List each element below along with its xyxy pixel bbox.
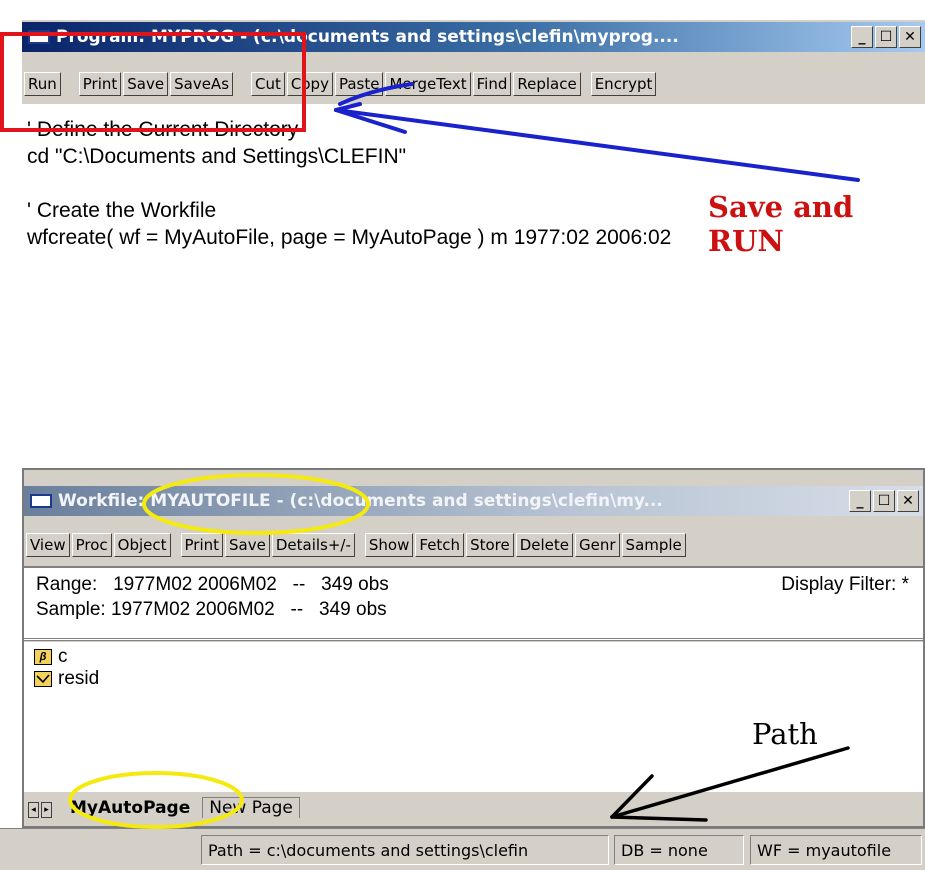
status-wf: WF = myautofile bbox=[750, 835, 922, 865]
program-editor[interactable]: ' Define the Current Directory cd "C:\Do… bbox=[22, 104, 925, 460]
maximize-icon[interactable]: ☐ bbox=[875, 26, 897, 48]
status-db: DB = none bbox=[614, 835, 744, 865]
maximize-icon[interactable]: ☐ bbox=[873, 490, 895, 512]
list-item[interactable]: β c bbox=[34, 646, 923, 668]
sample-button[interactable]: Sample bbox=[621, 533, 686, 557]
minimize-icon[interactable]: _ bbox=[849, 490, 871, 512]
workfile-titlebar[interactable]: Workfile: MYAUTOFILE - (c:\documents and… bbox=[24, 486, 923, 516]
page-tabs: ◂ ▸ MyAutoPage New Page bbox=[28, 792, 300, 818]
mergetext-button[interactable]: MergeText bbox=[385, 72, 471, 96]
print-button[interactable]: Print bbox=[78, 72, 122, 96]
tab-myautopage[interactable]: MyAutoPage bbox=[66, 798, 194, 818]
range-line: Range: 1977M02 2006M02 -- 349 obs bbox=[36, 574, 389, 595]
proc-button[interactable]: Proc bbox=[71, 533, 112, 557]
status-bar: Path = c:\documents and settings\clefin … bbox=[0, 828, 925, 870]
cut-button[interactable]: Cut bbox=[251, 72, 285, 96]
paste-button[interactable]: Paste bbox=[334, 72, 384, 96]
delete-button[interactable]: Delete bbox=[515, 533, 574, 557]
object-name: resid bbox=[58, 668, 100, 689]
encrypt-button[interactable]: Encrypt bbox=[590, 72, 657, 96]
show-button[interactable]: Show bbox=[364, 533, 414, 557]
saveas-button[interactable]: SaveAs bbox=[170, 72, 234, 96]
details-button[interactable]: Details+/- bbox=[271, 533, 355, 557]
save-button[interactable]: Save bbox=[123, 72, 169, 96]
display-filter[interactable]: Display Filter: * bbox=[781, 574, 909, 596]
close-icon[interactable]: ✕ bbox=[897, 490, 919, 512]
replace-button[interactable]: Replace bbox=[513, 72, 581, 96]
workfile-toolbar: View Proc Object Print Save Details+/- S… bbox=[24, 533, 923, 557]
status-path: Path = c:\documents and settings\clefin bbox=[201, 835, 609, 865]
window-controls: _ ☐ ✕ bbox=[849, 490, 919, 512]
workfile-title: Workfile: MYAUTOFILE - (c:\documents and… bbox=[58, 491, 663, 511]
series-icon bbox=[34, 671, 52, 687]
genr-button[interactable]: Genr bbox=[575, 533, 620, 557]
tab-new-page[interactable]: New Page bbox=[202, 797, 300, 818]
find-button[interactable]: Find bbox=[472, 72, 512, 96]
fetch-button[interactable]: Fetch bbox=[415, 533, 465, 557]
program-toolbar: Run Print Save SaveAs Cut Copy Paste Mer… bbox=[22, 72, 925, 96]
program-title: Program: MYPROG - (c:\documents and sett… bbox=[56, 27, 679, 47]
save-run-annotation: Save and RUN bbox=[708, 190, 854, 258]
store-button[interactable]: Store bbox=[466, 533, 514, 557]
sample-line: Sample: 1977M02 2006M02 -- 349 obs bbox=[36, 599, 387, 620]
object-button[interactable]: Object bbox=[113, 533, 171, 557]
minimize-icon[interactable]: _ bbox=[851, 26, 873, 48]
window-icon bbox=[30, 494, 52, 508]
object-name: c bbox=[58, 646, 68, 667]
view-button[interactable]: View bbox=[26, 533, 70, 557]
list-item[interactable]: resid bbox=[34, 668, 923, 690]
code-line: ' Define the Current Directory bbox=[27, 118, 299, 141]
workfile-window: Workfile: MYAUTOFILE - (c:\documents and… bbox=[22, 468, 925, 828]
print-button[interactable]: Print bbox=[180, 533, 224, 557]
window-controls: _ ☐ ✕ bbox=[851, 26, 921, 48]
close-icon[interactable]: ✕ bbox=[899, 26, 921, 48]
path-annotation: Path bbox=[752, 717, 818, 751]
save-button[interactable]: Save bbox=[225, 533, 270, 557]
coefficient-icon: β bbox=[34, 649, 52, 665]
copy-button[interactable]: Copy bbox=[286, 72, 333, 96]
scroll-right-icon[interactable]: ▸ bbox=[41, 802, 52, 818]
info-panel: Range: 1977M02 2006M02 -- 349 obs Sample… bbox=[24, 566, 923, 641]
program-titlebar[interactable]: Program: MYPROG - (c:\documents and sett… bbox=[22, 22, 925, 52]
scroll-left-icon[interactable]: ◂ bbox=[28, 802, 39, 818]
code-line: cd "C:\Documents and Settings\CLEFIN" bbox=[27, 145, 407, 168]
run-button[interactable]: Run bbox=[24, 72, 61, 96]
window-icon bbox=[28, 30, 50, 44]
